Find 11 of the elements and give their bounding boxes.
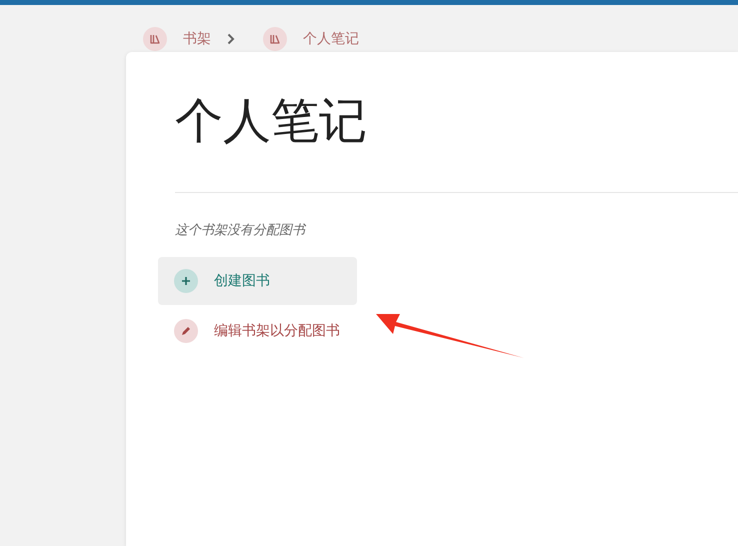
page-title: 个人笔记	[175, 92, 368, 151]
bookshelf-icon	[263, 26, 287, 50]
pencil-icon	[174, 319, 198, 344]
breadcrumb-link[interactable]: 个人笔记	[263, 26, 359, 50]
chevron-icon	[227, 32, 235, 44]
breadcrumb-link[interactable]: 书架	[143, 26, 211, 50]
action-link[interactable]: 创建图书	[158, 257, 357, 306]
plus-icon	[174, 269, 198, 294]
action-link[interactable]: 编辑书架以分配图书	[158, 307, 357, 356]
bookshelf-icon	[143, 26, 167, 50]
empty-message: 这个书架没有分配图书	[175, 222, 308, 240]
